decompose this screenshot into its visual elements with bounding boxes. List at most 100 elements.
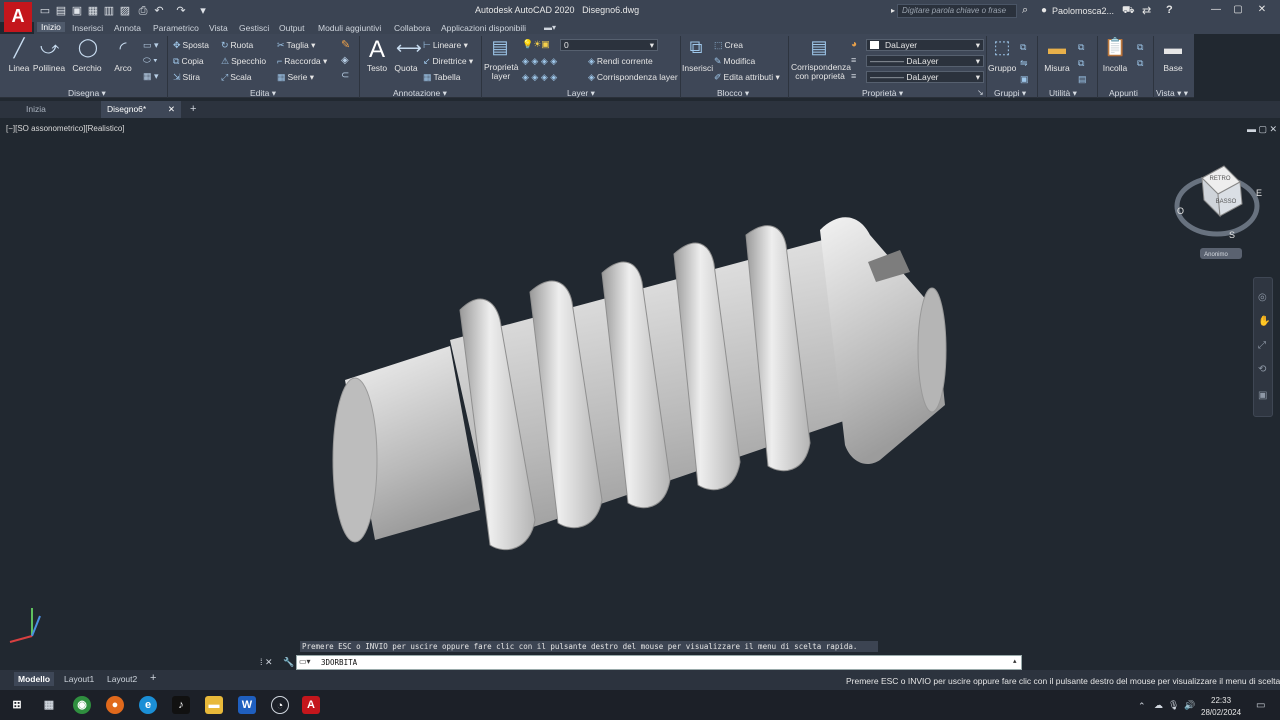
- color-dropdown[interactable]: DaLayer ▾: [866, 39, 984, 51]
- panel-label-proprieta[interactable]: Proprietà ▾: [862, 88, 903, 99]
- plot-icon[interactable]: ⎙: [136, 4, 150, 18]
- print-icon[interactable]: ▨: [118, 4, 132, 18]
- panel-label-layer[interactable]: Layer ▾: [567, 88, 595, 99]
- zoom-extents-icon[interactable]: ⤢: [1258, 340, 1266, 351]
- chevron-right-icon[interactable]: ▸: [891, 6, 895, 15]
- save-icon[interactable]: ▣: [70, 4, 84, 18]
- doc-tab-inizia[interactable]: Inizia: [20, 101, 100, 118]
- hatch-icon[interactable]: ▦ ▾: [143, 71, 159, 82]
- edge-icon[interactable]: e: [139, 696, 157, 714]
- orbit-icon[interactable]: ⟲: [1258, 364, 1266, 375]
- tab-annota[interactable]: Annota: [114, 23, 141, 33]
- lineweight-dropdown[interactable]: ———— DaLayer ▾: [866, 55, 984, 67]
- base-view-button[interactable]: Base: [1160, 63, 1186, 73]
- utility-tools-icons[interactable]: ⧉ ⧉ ▤: [1078, 39, 1087, 87]
- panel-label-appunti[interactable]: Appunti: [1109, 88, 1138, 98]
- panel-label-edita[interactable]: Edita ▾: [250, 88, 276, 99]
- panel-label-annotazione[interactable]: Annotazione ▾: [393, 88, 447, 99]
- move-button[interactable]: ✥ Sposta: [173, 40, 209, 51]
- viewport-window-controls[interactable]: ▬ ▢ ✕: [1247, 124, 1277, 135]
- viewport-controls-label[interactable]: [−][SO assonometrico][Realistico]: [6, 124, 125, 133]
- customize-icon[interactable]: 🔧: [283, 657, 294, 668]
- panel-label-gruppi[interactable]: Gruppi ▾: [994, 88, 1026, 99]
- group-tools-icons[interactable]: ⧉ ⇋ ▣: [1020, 39, 1029, 87]
- tab-parametrico[interactable]: Parametrico: [153, 23, 199, 33]
- linetype-dropdown[interactable]: ———— DaLayer ▾: [866, 71, 984, 83]
- user-icon[interactable]: ●: [1041, 5, 1047, 16]
- layout-tab-layout1[interactable]: Layout1: [60, 672, 98, 686]
- command-history-toggle-icon[interactable]: ▴: [1013, 657, 1017, 665]
- tab-gestisci[interactable]: Gestisci: [239, 23, 269, 33]
- panel-launcher-icon[interactable]: ↘: [977, 88, 984, 97]
- system-tray-chevron-icon[interactable]: ⌃: [1138, 701, 1146, 712]
- clock-time[interactable]: 22:33: [1211, 696, 1231, 705]
- search-input[interactable]: Digitare parola chiave o frase: [897, 4, 1017, 18]
- restore-icon[interactable]: ▢: [1230, 3, 1246, 17]
- tray-cloud-icon[interactable]: ☁: [1154, 700, 1163, 711]
- chrome-icon[interactable]: ◉: [73, 696, 91, 714]
- command-input[interactable]: 3DORBITA: [296, 655, 1022, 670]
- rotate-button[interactable]: ↻ Ruota: [221, 40, 253, 51]
- paste-button[interactable]: Incolla: [1100, 63, 1130, 73]
- notifications-icon[interactable]: ▭: [1256, 700, 1265, 711]
- layer-dropdown[interactable]: 0 ▾: [560, 39, 658, 51]
- file-explorer-icon[interactable]: ▬: [205, 696, 223, 714]
- line-button[interactable]: Linea: [6, 63, 32, 73]
- close-icon[interactable]: ✕: [1254, 3, 1270, 17]
- autocad-logo-button[interactable]: A: [4, 2, 32, 32]
- new-tab-icon[interactable]: +: [190, 103, 196, 115]
- stretch-button[interactable]: ⇲ Stira: [173, 72, 200, 83]
- panel-label-blocco[interactable]: Blocco ▾: [717, 88, 749, 99]
- open-folder-icon[interactable]: ▤: [54, 4, 68, 18]
- layer-properties-button[interactable]: Proprietà layer: [484, 63, 519, 81]
- polyline-button[interactable]: Polilinea: [32, 63, 66, 73]
- leader-button[interactable]: ↙ Direttrice ▾: [423, 56, 473, 67]
- user-account[interactable]: Paolomosca2...: [1052, 6, 1114, 16]
- minimize-icon[interactable]: —: [1208, 3, 1224, 17]
- autocad-taskbar-icon[interactable]: A: [302, 696, 320, 714]
- match-layer-button[interactable]: ◈ Corrispondenza layer: [588, 72, 678, 83]
- web-mobile-icon[interactable]: ▥: [102, 4, 116, 18]
- array-button[interactable]: ▦ Serie ▾: [277, 72, 314, 83]
- make-current-button[interactable]: ◈ Rendi corrente: [588, 56, 653, 67]
- rectangle-icon[interactable]: ▭ ▾: [143, 40, 159, 51]
- steering-wheel-icon[interactable]: ◎: [1258, 292, 1267, 303]
- tray-volume-icon[interactable]: 🔊: [1184, 700, 1195, 711]
- windows-start-icon[interactable]: ⊞: [8, 696, 26, 714]
- tab-inizio[interactable]: Inizio: [37, 22, 65, 32]
- tab-output[interactable]: Output: [279, 23, 305, 33]
- measure-button[interactable]: Misura: [1042, 63, 1072, 73]
- text-button[interactable]: Testo: [364, 63, 390, 73]
- task-view-icon[interactable]: ▦: [40, 696, 58, 714]
- create-block-button[interactable]: ⬚ Crea: [714, 40, 743, 51]
- insert-block-button[interactable]: Inserisci: [682, 63, 713, 73]
- fillet-button[interactable]: ⌐ Raccorda ▾: [277, 56, 327, 67]
- copy-button[interactable]: ⧉ Copia: [173, 56, 204, 67]
- edit-block-button[interactable]: ✎ Modifica: [714, 56, 755, 67]
- layer-tools-row1-icons[interactable]: ◈ ◈ ◈ ◈: [522, 56, 557, 67]
- layout-tab-model[interactable]: Modello: [14, 672, 55, 686]
- panel-label-vista[interactable]: Vista ▾ ▾: [1156, 88, 1188, 99]
- offset-icon[interactable]: ⊂: [341, 70, 349, 81]
- search-icon[interactable]: ⌕: [1022, 4, 1028, 17]
- tab-vista[interactable]: Vista: [209, 23, 228, 33]
- clock-date[interactable]: 28/02/2024: [1201, 708, 1241, 717]
- cart-icon[interactable]: ⛟: [1122, 5, 1135, 18]
- word-icon[interactable]: W: [238, 696, 256, 714]
- quick-access-menu-icon[interactable]: ▾: [196, 4, 210, 18]
- new-file-icon[interactable]: ▭: [38, 4, 52, 18]
- save-as-icon[interactable]: ▦: [86, 4, 100, 18]
- tab-moduli-aggiuntivi[interactable]: Moduli aggiuntivi: [318, 23, 381, 33]
- tab-collabora[interactable]: Collabora: [394, 23, 430, 33]
- linear-button[interactable]: ⊢ Lineare ▾: [423, 40, 468, 51]
- redo-icon[interactable]: ↷: [174, 4, 188, 18]
- explode-icon[interactable]: ◈: [341, 55, 349, 66]
- exchange-icon[interactable]: ⇄: [1142, 4, 1151, 17]
- layer-tools-row2-icons[interactable]: ◈ ◈ ◈ ◈: [522, 72, 557, 83]
- command-prompt-icon[interactable]: ▭▾: [299, 657, 311, 666]
- erase-icon[interactable]: ✎: [341, 38, 350, 51]
- edit-attributes-button[interactable]: ✐ Edita attributi ▾: [714, 72, 780, 83]
- viewcube[interactable]: RETRO BASSO E S O Anonimo: [1172, 160, 1266, 262]
- doc-tab-disegno6[interactable]: Disegno6* ✕: [101, 101, 181, 118]
- help-icon[interactable]: ?: [1166, 4, 1173, 16]
